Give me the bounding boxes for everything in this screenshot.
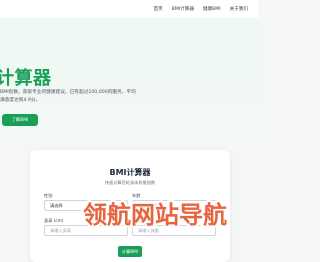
nav-item-healthy-bmi[interactable]: 健康BMI (203, 6, 221, 12)
learn-bmi-button[interactable]: 了解BMI (2, 114, 38, 126)
watermark-text: 领航网站导航 (83, 201, 227, 229)
gender-select-value: 请选择 (50, 202, 63, 208)
hero-section: 计算器 BMI指数，获取专业的健康建议。已有超过100,000的服务，平均满意度… (0, 18, 258, 140)
top-nav: 首页 BMI计算器 健康BMI 关于我们 (0, 0, 258, 18)
hero-title: 计算器 (0, 68, 52, 89)
calculator-subtitle: 快速计算您的身体质量指数 (104, 180, 156, 185)
site-watermark: 领航网站导航 领航网站导航 (81, 199, 229, 230)
hero-description: BMI指数，获取专业的健康建议。已有超过100,000的服务，平均满意度达到4.… (0, 90, 136, 103)
calculator-title: BMI计算器 (109, 168, 151, 177)
calculate-bmi-button[interactable]: 计算BMI (118, 246, 142, 257)
nav-item-home[interactable]: 首页 (153, 6, 162, 12)
gender-label: 性别 (44, 193, 53, 198)
height-label: 身高 (cm) (44, 218, 64, 223)
nav-item-bmi-calculator[interactable]: BMI计算器 (172, 6, 194, 12)
nav-item-about[interactable]: 关于我们 (230, 6, 248, 12)
